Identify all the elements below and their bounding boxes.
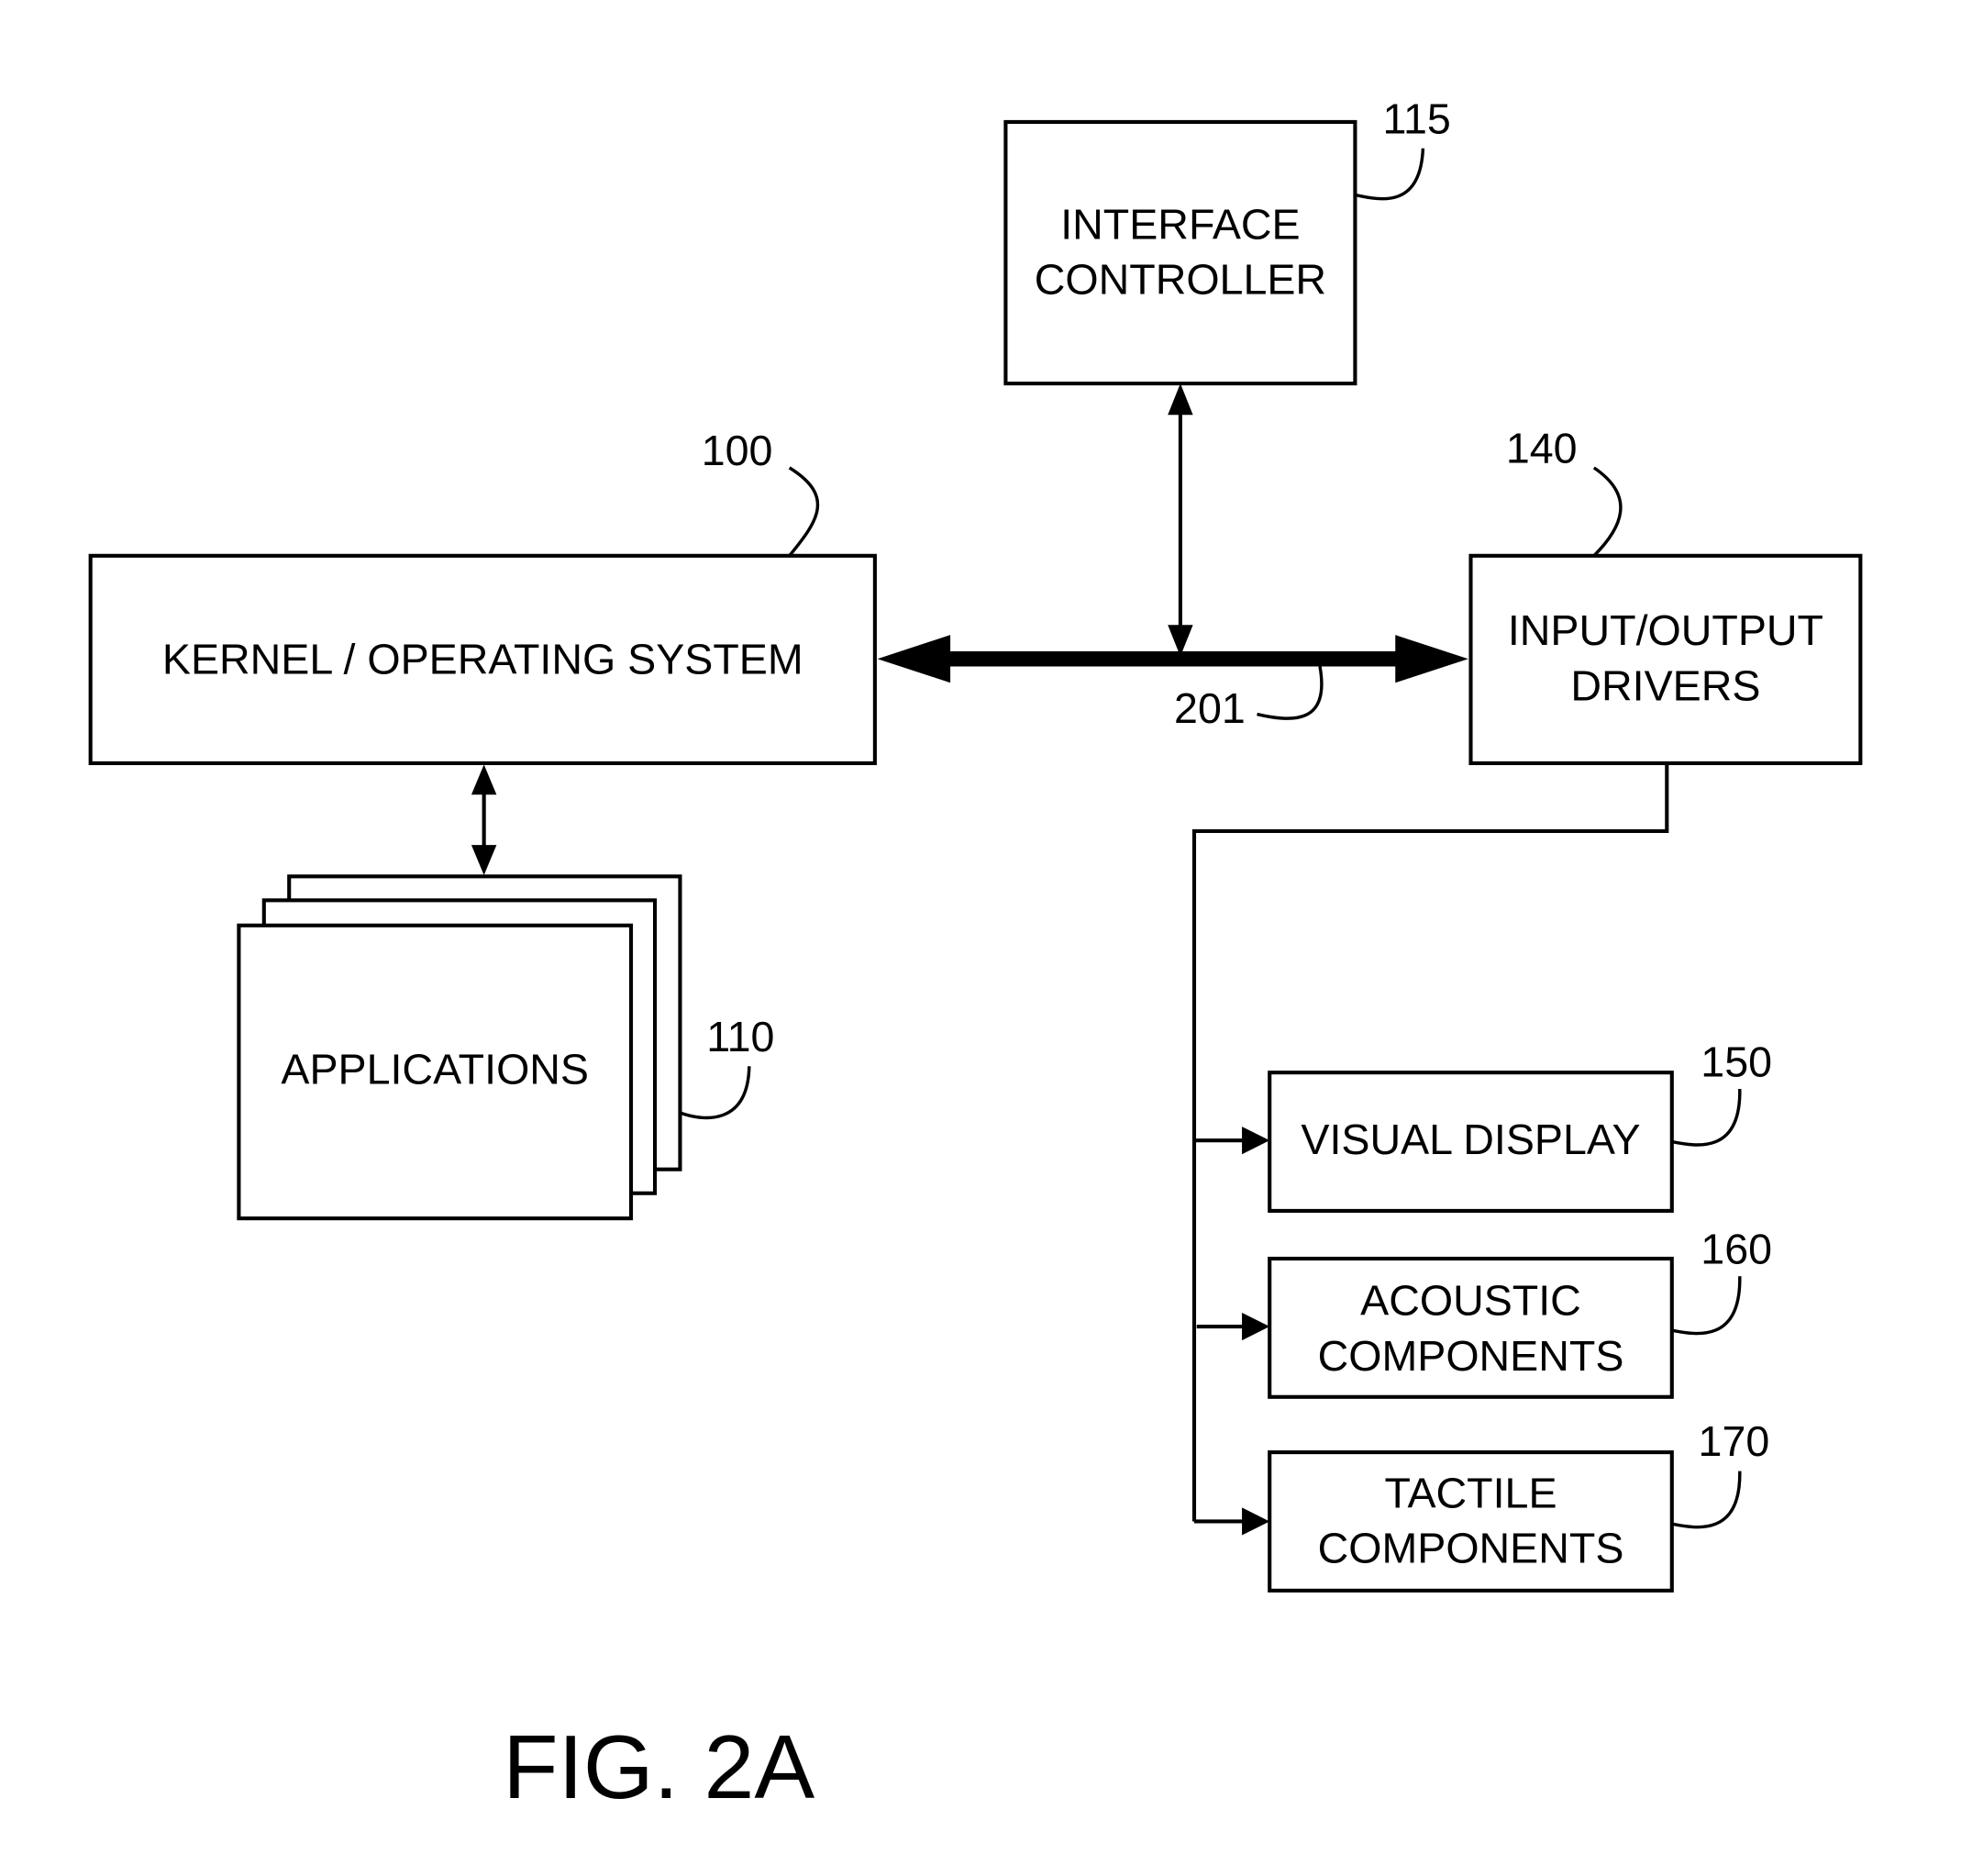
figure-title: FIG. 2A	[503, 1716, 814, 1817]
io-drivers-box	[1468, 553, 1863, 766]
bus-arrowhead-right-icon	[1395, 635, 1468, 683]
ref-number-140: 140	[1506, 424, 1578, 472]
tactile-components-block: TACTILE COMPONENTS 170	[1268, 1417, 1770, 1593]
interface-bus-connector	[1168, 383, 1193, 657]
ref-leader-201	[1257, 666, 1324, 720]
arrowhead-up-icon	[1168, 383, 1193, 416]
arrowhead-right-icon	[1242, 1312, 1270, 1341]
ref-number-100: 100	[702, 427, 773, 474]
ref-number-115: 115	[1383, 94, 1451, 142]
ref-leader-170	[1671, 1471, 1742, 1529]
io-drivers-label-line2: DRIVERS	[1570, 661, 1760, 709]
io-drivers-block: INPUT/OUTPUT DRIVERS 140	[1468, 424, 1863, 766]
arrowhead-right-icon	[1242, 1507, 1270, 1536]
interface-controller-label-line1: INTERFACE	[1060, 200, 1300, 248]
applications-block: APPLICATIONS 110	[237, 874, 774, 1221]
io-drivers-label-line1: INPUT/OUTPUT	[1508, 606, 1823, 654]
ref-number-110: 110	[706, 1013, 774, 1060]
ref-leader-110	[679, 1066, 751, 1120]
arrowhead-down-icon	[471, 845, 497, 875]
ref-number-170: 170	[1699, 1417, 1770, 1465]
tactile-label-line1: TACTILE	[1384, 1469, 1557, 1516]
interface-controller-block: INTERFACE CONTROLLER 115	[1003, 94, 1451, 386]
ref-leader-160	[1671, 1276, 1742, 1336]
visual-display-block: VISUAL DISPLAY 150	[1268, 1038, 1772, 1213]
ref-leader-115	[1355, 148, 1425, 201]
ref-number-201: 201	[1174, 684, 1246, 732]
acoustic-label-line2: COMPONENTS	[1318, 1332, 1624, 1380]
acoustic-components-block: ACOUSTIC COMPONENTS 160	[1268, 1225, 1772, 1399]
kernel-label: KERNEL / OPERATING SYSTEM	[162, 636, 803, 683]
bus-arrowhead-left-icon	[877, 635, 951, 683]
ref-number-150: 150	[1701, 1038, 1772, 1085]
acoustic-label-line1: ACOUSTIC	[1360, 1277, 1581, 1325]
visual-display-label: VISUAL DISPLAY	[1301, 1116, 1640, 1163]
tactile-label-line2: COMPONENTS	[1318, 1525, 1624, 1572]
ref-leader-100	[788, 466, 820, 557]
ref-leader-140	[1592, 466, 1623, 558]
kernel-apps-connector	[471, 764, 497, 875]
ref-leader-150	[1671, 1088, 1742, 1147]
interface-controller-label-line2: CONTROLLER	[1035, 256, 1326, 304]
arrowhead-right-icon	[1242, 1127, 1270, 1155]
block-diagram: INTERFACE CONTROLLER 115 KERNEL / OPERAT…	[88, 94, 1863, 1817]
ref-number-160: 160	[1701, 1225, 1772, 1272]
kernel-block: KERNEL / OPERATING SYSTEM 100	[88, 427, 877, 766]
bus-201: 201	[877, 635, 1468, 732]
applications-label: APPLICATIONS	[281, 1045, 589, 1093]
arrowhead-up-icon	[471, 764, 497, 795]
interface-controller-box	[1003, 119, 1357, 386]
